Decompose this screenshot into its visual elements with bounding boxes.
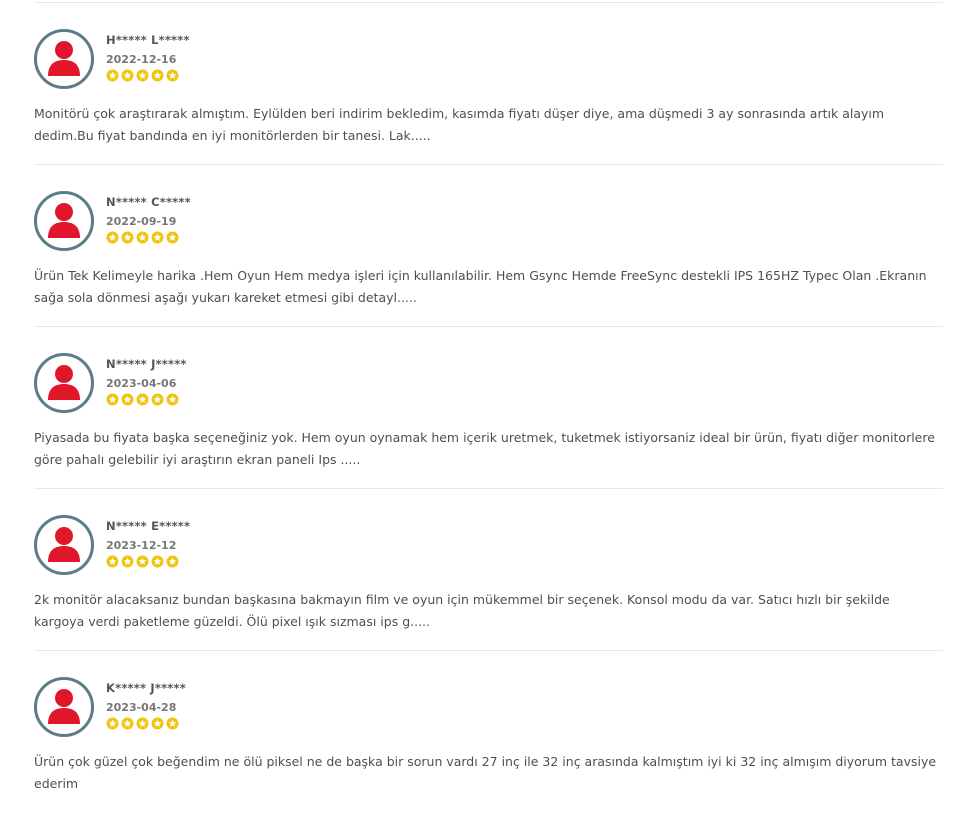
- star-icon: [151, 555, 164, 568]
- star-icon: [121, 393, 134, 406]
- review-date: 2022-12-16: [106, 53, 177, 66]
- star-icon: [121, 555, 134, 568]
- review-item: N***** J***** 2023-04-06 Piyasada bu fiy…: [34, 327, 943, 489]
- star-icon: [121, 69, 134, 82]
- review-item: N***** E***** 2023-12-12 2k monitör alac…: [34, 489, 943, 651]
- star-icon: [151, 393, 164, 406]
- star-icon: [136, 555, 149, 568]
- reviewer-name: H***** L*****: [106, 33, 190, 47]
- review-date: 2023-12-12: [106, 539, 177, 552]
- user-avatar-icon: [34, 353, 94, 413]
- star-icon: [166, 393, 179, 406]
- user-avatar-icon: [34, 677, 94, 737]
- star-rating: [106, 393, 179, 406]
- review-text: Piyasada bu fiyata başka seçeneğiniz yok…: [34, 430, 935, 467]
- star-icon: [166, 231, 179, 244]
- star-icon: [106, 717, 119, 730]
- star-rating: [106, 231, 179, 244]
- user-avatar-icon: [34, 191, 94, 251]
- star-icon: [106, 231, 119, 244]
- review-date: 2023-04-06: [106, 377, 177, 390]
- star-icon: [136, 393, 149, 406]
- review-date: 2023-04-28: [106, 701, 177, 714]
- star-icon: [136, 231, 149, 244]
- reviewer-name: K***** J*****: [106, 681, 186, 695]
- star-icon: [106, 555, 119, 568]
- star-rating: [106, 717, 179, 730]
- star-icon: [166, 717, 179, 730]
- star-icon: [151, 69, 164, 82]
- review-text: Monitörü çok araştırarak almıştım. Eylül…: [34, 106, 885, 143]
- review-item: N***** C***** 2022-09-19 Ürün Tek Kelime…: [34, 165, 943, 327]
- star-icon: [121, 231, 134, 244]
- reviewer-name: N***** E*****: [106, 519, 191, 533]
- review-item: K***** J***** 2023-04-28 Ürün çok güzel …: [34, 651, 943, 813]
- review-item: H***** L***** 2022-12-16 Monitörü çok ar…: [34, 3, 943, 165]
- user-avatar-icon: [34, 515, 94, 575]
- star-icon: [151, 717, 164, 730]
- review-text: Ürün çok güzel çok beğendim ne ölü pikse…: [34, 754, 937, 791]
- review-text: 2k monitör alacaksanız bundan başkasına …: [34, 592, 890, 629]
- star-icon: [106, 69, 119, 82]
- star-icon: [121, 717, 134, 730]
- star-icon: [136, 69, 149, 82]
- reviewer-name: N***** J*****: [106, 357, 187, 371]
- star-rating: [106, 555, 179, 568]
- review-date: 2022-09-19: [106, 215, 177, 228]
- user-avatar-icon: [34, 29, 94, 89]
- reviewer-name: N***** C*****: [106, 195, 191, 209]
- star-icon: [106, 393, 119, 406]
- star-icon: [166, 69, 179, 82]
- star-icon: [151, 231, 164, 244]
- review-text: Ürün Tek Kelimeyle harika .Hem Oyun Hem …: [34, 268, 927, 305]
- star-rating: [106, 69, 179, 82]
- star-icon: [136, 717, 149, 730]
- star-icon: [166, 555, 179, 568]
